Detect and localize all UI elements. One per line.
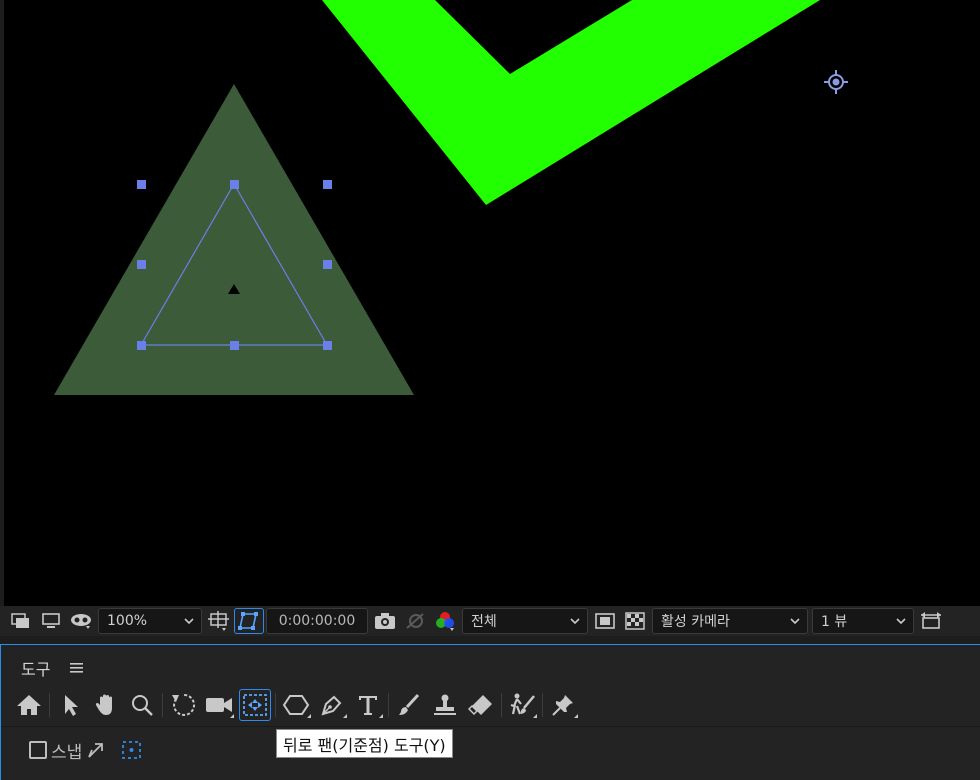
camera-tool-button[interactable]: [201, 689, 237, 721]
resolution-select[interactable]: 전체: [462, 608, 588, 634]
viewer-toolbar: 100% 0:00:00:00 전체 활성 카메라 1 뷰: [0, 606, 980, 636]
display-monitor-icon[interactable]: [36, 608, 66, 634]
pen-tool-button[interactable]: [314, 689, 350, 721]
snapshot-camera-icon[interactable]: [370, 608, 400, 634]
tool-options-row: 스냅: [29, 737, 144, 763]
brush-tool-button[interactable]: [391, 689, 427, 721]
puppet-icon: [510, 693, 535, 715]
handle-bottom-left: [137, 341, 146, 350]
chevron-down-icon: [184, 618, 194, 625]
shape-tool-button[interactable]: [278, 689, 314, 721]
resolution-select-value: 전체: [471, 614, 497, 630]
eraser-icon: [468, 695, 492, 716]
eraser-tool-button[interactable]: [463, 689, 499, 721]
handle-top-center: [230, 180, 239, 189]
mask-visibility-icon[interactable]: [66, 608, 96, 634]
type-tool-button[interactable]: [350, 689, 386, 721]
toolbar-separator: [542, 693, 543, 717]
tooltip: 뒤로 팬(기준점) 도구(Y): [276, 729, 453, 758]
view-layout-select-value: 1 뷰: [821, 614, 848, 630]
submenu-indicator: [343, 714, 347, 718]
submenu-indicator: [574, 714, 578, 718]
zoom-select[interactable]: 100%: [98, 608, 202, 634]
color-channels-icon[interactable]: [430, 608, 460, 634]
type-icon: [359, 696, 377, 715]
home-tool-button[interactable]: [11, 689, 47, 721]
always-preview-icon[interactable]: [6, 608, 36, 634]
toolbar-separator: [275, 693, 276, 717]
tools-divider: [1, 726, 980, 727]
handle-bottom-right: [323, 341, 332, 350]
handle-middle-left: [137, 260, 146, 269]
tools-panel-title: 도구: [21, 660, 51, 679]
selection-arrow-icon: [65, 695, 78, 716]
puppet-tool-button[interactable]: [504, 689, 540, 721]
composition-viewer: [0, 0, 980, 606]
camera-select-value: 활성 카메라: [661, 614, 730, 630]
timecode-value: 0:00:00:00: [278, 613, 356, 629]
submenu-indicator: [379, 714, 383, 718]
home-icon: [17, 695, 41, 715]
toolbar-separator: [501, 693, 502, 717]
rotate-icon: [172, 693, 195, 716]
submenu-indicator: [533, 714, 537, 718]
hamburger-icon[interactable]: [70, 662, 84, 674]
snap-target-icon[interactable]: [120, 739, 144, 761]
submenu-indicator: [230, 714, 234, 718]
handle-top-right: [323, 180, 332, 189]
hand-tool-button[interactable]: [88, 689, 124, 721]
clone-stamp-tool-button[interactable]: [427, 689, 463, 721]
rotate-tool-button[interactable]: [165, 689, 201, 721]
pen-icon: [321, 695, 342, 716]
hand-icon: [95, 694, 112, 715]
shape-icon: [282, 695, 310, 715]
zoom-icon: [132, 695, 153, 716]
camera-select[interactable]: 활성 카메라: [652, 608, 808, 634]
snap-arrow-icon: [88, 743, 104, 758]
brush-icon: [399, 693, 420, 715]
pin-icon: [552, 695, 573, 716]
composition-canvas[interactable]: [4, 0, 980, 606]
tooltip-text: 뒤로 팬(기준점) 도구(Y): [283, 735, 446, 755]
camera-icon: [206, 698, 232, 712]
toggle-mask-path-icon[interactable]: [234, 608, 264, 634]
view-layout-select[interactable]: 1 뷰: [812, 608, 914, 634]
handle-bottom-center: [230, 341, 239, 350]
chevron-down-icon: [570, 618, 580, 625]
zoom-select-value: 100%: [107, 613, 148, 629]
snap-label: 스냅: [51, 742, 83, 763]
tools-panel: 도구 스냅: [0, 644, 980, 780]
handle-top-left: [137, 180, 146, 189]
canvas-graphics: [54, 0, 848, 395]
tools-panel-header: 도구: [21, 656, 84, 680]
region-of-interest-icon[interactable]: [590, 608, 620, 634]
timecode-field[interactable]: 0:00:00:00: [266, 608, 368, 634]
green-chevron-shape[interactable]: [322, 0, 820, 205]
submenu-indicator: [307, 714, 311, 718]
toolbar-separator: [162, 693, 163, 717]
show-snapshot-icon[interactable]: [400, 608, 430, 634]
chevron-down-icon: [896, 618, 906, 625]
handle-middle-right: [323, 260, 332, 269]
snap-checkbox[interactable]: [29, 741, 47, 759]
selection-tool-button[interactable]: [52, 689, 88, 721]
toggle-pixel-aspect-icon[interactable]: [916, 608, 946, 634]
toolbar-separator: [49, 693, 50, 717]
pan-behind-icon: [243, 694, 267, 716]
clone-stamp-icon: [434, 694, 456, 715]
tool-buttons: [11, 689, 581, 721]
pin-tool-button[interactable]: [545, 689, 581, 721]
zoom-tool-button[interactable]: [124, 689, 160, 721]
transparency-grid-icon[interactable]: [620, 608, 650, 634]
chevron-down-icon: [790, 618, 800, 625]
grid-guides-icon[interactable]: [204, 608, 234, 634]
pan-behind-tool-button[interactable]: [239, 689, 271, 721]
toolbar-separator: [388, 693, 389, 717]
point-of-interest-icon[interactable]: [824, 70, 848, 94]
